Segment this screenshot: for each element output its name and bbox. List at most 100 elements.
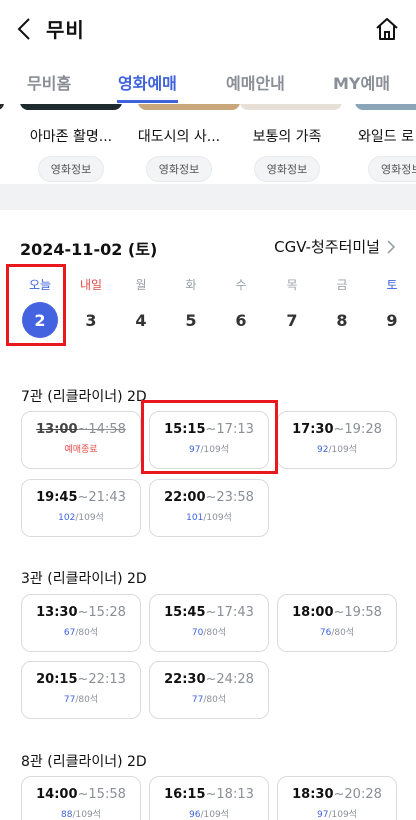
movie-poster[interactable] [0,104,4,110]
day-number: 9 [386,311,398,330]
home-icon[interactable] [374,16,400,42]
movie-info-button[interactable]: 영화정보 [368,156,416,182]
start-time: 13:30 [36,605,78,620]
theater-selector[interactable]: CGV-청주터미널 [274,236,396,257]
day-label: 토 [386,278,398,292]
end-time: ~14:58 [77,422,126,437]
tab-movie-home[interactable]: 무비홈 [27,70,71,94]
movie-poster[interactable] [240,104,342,110]
showtime-slot[interactable]: 22:30~24:28 77/80석 [149,661,269,719]
showtime-slot[interactable]: 22:00~23:58 101/109석 [149,479,269,537]
day-item[interactable]: 목 7 [272,276,312,332]
movie-info-button[interactable]: 영화정보 [145,156,213,182]
day-item[interactable]: 내일 3 [71,276,111,332]
end-time: ~22:13 [77,672,126,687]
movie-poster[interactable] [20,104,122,110]
chevron-left-icon[interactable] [14,16,36,42]
end-time: ~19:28 [333,422,382,437]
end-time: ~15:28 [77,605,126,620]
theater-name: CGV-청주터미널 [274,238,380,256]
day-label: 목 [286,278,298,292]
seat-count: 102/109석 [58,513,104,523]
end-time: ~15:58 [77,787,126,802]
start-time: 15:45 [164,605,206,620]
selected-date: 2024-11-02 (토) [20,240,158,259]
seat-count: 76/80석 [319,628,355,638]
day-item[interactable]: 금 8 [322,276,362,332]
showtime-slot[interactable]: 17:30~19:28 92/109석 [277,411,397,469]
movie-title: 대도시의 사... [137,129,221,145]
seat-count: 97/109석 [317,810,357,820]
seat-count: 77/80석 [63,695,99,705]
active-tab-indicator [117,100,178,103]
start-time: 16:15 [164,787,206,802]
showtime-slot[interactable]: 15:45~17:43 70/80석 [149,594,269,652]
showtime-slot[interactable]: 13:00~14:58 예매종료 [21,411,141,469]
movie-item[interactable]: 보통의 가족 영화정보 [232,126,342,182]
day-item[interactable]: 수 6 [221,276,261,332]
showtime-slot[interactable]: 13:30~15:28 67/80석 [21,594,141,652]
end-time: ~18:13 [205,787,254,802]
end-time: ~23:58 [205,490,254,505]
tab-my-booking[interactable]: MY예매 [333,70,390,94]
movie-poster[interactable] [138,104,240,110]
seat-count: 70/80석 [191,628,227,638]
end-time: ~20:28 [333,787,382,802]
end-time: ~24:28 [205,672,254,687]
day-number: 8 [336,311,348,330]
start-time: 22:30 [164,672,206,687]
hall-label: 7관 (리클라이너) 2D [21,389,147,405]
tab-booking-guide[interactable]: 예매안내 [226,70,285,94]
day-item[interactable]: 토 9 [372,276,412,332]
seat-count: 77/80석 [191,695,227,705]
day-number: 3 [85,311,97,330]
seat-count: 67/80석 [63,628,99,638]
showtime-slot[interactable]: 14:00~15:58 88/109석 [21,776,141,820]
start-time: 17:30 [292,422,334,437]
showtime-slot[interactable]: 18:00~19:58 76/80석 [277,594,397,652]
day-number: 5 [185,311,197,330]
movie-info-button[interactable]: 영화정보 [253,156,321,182]
showtime-slot[interactable]: 18:30~20:28 97/109석 [277,776,397,820]
end-time: ~17:43 [205,605,254,620]
day-label: 수 [235,278,247,292]
day-label: 내일 [79,278,103,292]
day-number: 6 [235,311,247,330]
movie-item[interactable]: 대도시의 사... 영화정보 [124,126,234,182]
day-number: 4 [135,311,147,330]
hall-label: 3관 (리클라이너) 2D [21,571,147,587]
movie-carousel[interactable]: 아마존 활명... 영화정보 대도시의 사... 영화정보 보통의 가족 영화정… [0,104,416,184]
start-time: 22:00 [164,490,206,505]
section-divider [0,184,416,210]
chevron-right-icon [387,239,396,254]
start-time: 14:00 [36,787,78,802]
seat-count: 101/109석 [186,513,232,523]
showtime-slot[interactable]: 20:15~22:13 77/80석 [21,661,141,719]
annotation-box-showtime [141,400,278,474]
annotation-box-today [6,264,66,346]
start-time: 19:45 [36,490,78,505]
date-header: 2024-11-02 (토) CGV-청주터미널 [20,236,396,260]
movie-item[interactable]: 와일드 로 영화정보 [344,126,416,182]
end-time: ~19:58 [333,605,382,620]
day-label: 금 [336,278,348,292]
day-number: 7 [286,311,298,330]
page-title: 무비 [46,18,85,42]
day-item[interactable]: 화 5 [171,276,211,332]
tab-bar: 무비홈 영화예매 예매안내 MY예매 [0,62,416,104]
showtime-slot[interactable]: 16:15~18:13 96/109석 [149,776,269,820]
movie-item[interactable]: 아마존 활명... 영화정보 [16,126,126,182]
day-item[interactable]: 월 4 [121,276,161,332]
movie-poster[interactable] [355,104,416,110]
seat-count: 92/109석 [317,445,357,455]
movie-info-button[interactable]: 영화정보 [37,156,105,182]
booking-closed-label: 예매종료 [64,445,98,455]
day-label: 화 [185,278,197,292]
movie-title: 보통의 가족 [252,129,322,145]
start-time: 20:15 [36,672,78,687]
hall-label: 8관 (리클라이너) 2D [21,754,147,770]
start-time: 13:00 [36,422,78,437]
showtime-slot[interactable]: 19:45~21:43 102/109석 [21,479,141,537]
tab-booking[interactable]: 영화예매 [118,70,177,94]
movie-title: 와일드 로 [358,129,414,145]
